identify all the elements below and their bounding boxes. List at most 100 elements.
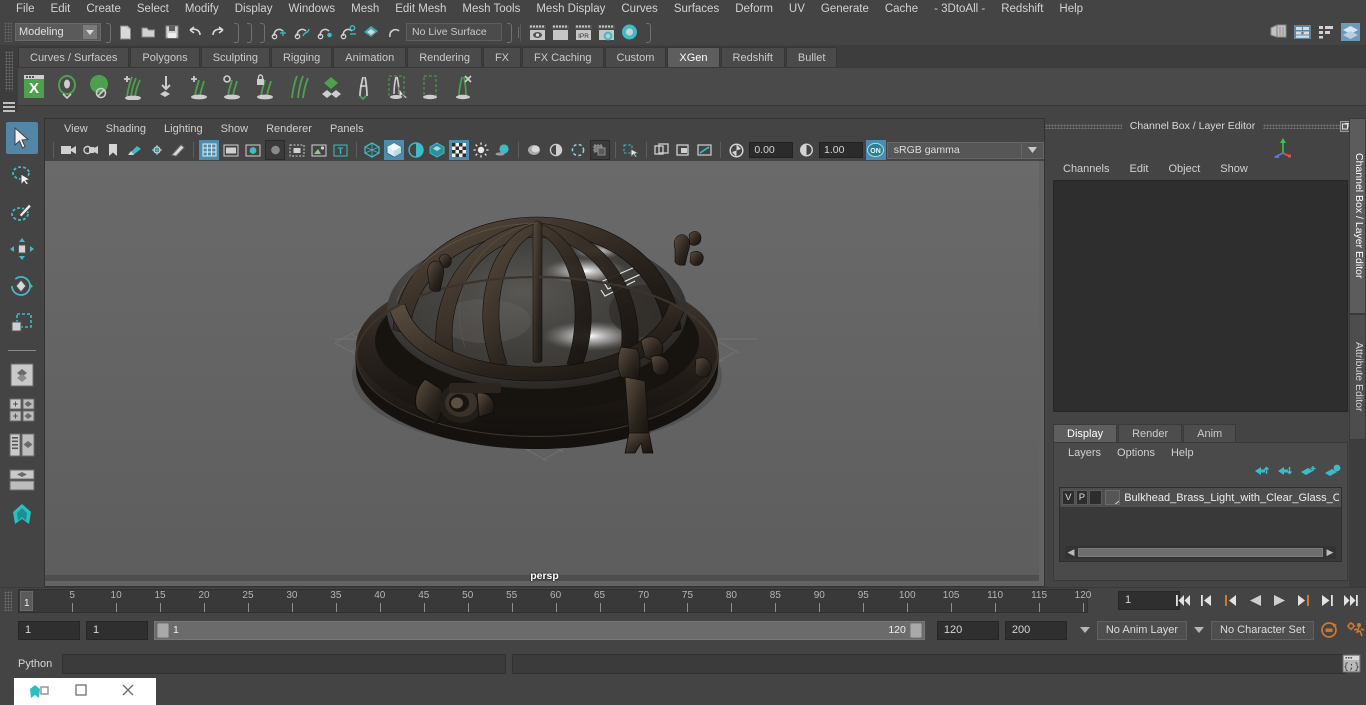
ao-icon[interactable] <box>493 140 513 160</box>
menu-item-deform[interactable]: Deform <box>727 0 781 19</box>
go-to-start-icon[interactable] <box>1172 590 1194 611</box>
layer-tab-anim[interactable]: Anim <box>1183 424 1237 443</box>
gate-mask-icon[interactable] <box>265 140 286 160</box>
xgen-lock-icon[interactable] <box>249 70 280 103</box>
move-tool[interactable] <box>6 233 38 265</box>
channel-box-list[interactable] <box>1053 180 1348 412</box>
menu-item-edit-mesh[interactable]: Edit Mesh <box>387 0 454 19</box>
new-scene-icon[interactable] <box>115 22 136 43</box>
viewport-menu-view[interactable]: View <box>55 119 97 139</box>
chevron-down-icon[interactable] <box>1022 141 1045 159</box>
layer-playback-toggle[interactable]: P <box>1075 490 1089 505</box>
xgen-clump-icon[interactable] <box>216 70 247 103</box>
shelf-tab-animation[interactable]: Animation <box>333 47 407 67</box>
scroll-right-icon[interactable]: ▶ <box>1324 547 1336 558</box>
menu-item-mesh-tools[interactable]: Mesh Tools <box>454 0 528 19</box>
new-layer-from-selected-icon[interactable] <box>1325 464 1341 480</box>
shaded-wireframe-icon[interactable] <box>406 140 426 160</box>
hypershade-persp-layout[interactable] <box>6 464 38 496</box>
channelbox-menu-channels[interactable]: Channels <box>1053 158 1119 180</box>
select-camera-icon[interactable] <box>59 140 79 160</box>
xgen-add-guide-icon[interactable] <box>117 70 148 103</box>
shelf-tab-rigging[interactable]: Rigging <box>270 47 333 67</box>
shelf-tab-bullet[interactable]: Bullet <box>785 47 838 67</box>
lasso-select-tool[interactable] <box>6 159 38 191</box>
gamma-icon[interactable] <box>796 140 816 160</box>
xgen-place-icon[interactable] <box>150 70 181 103</box>
viewport-3d[interactable]: persp <box>45 161 1044 586</box>
play-forwards-icon[interactable] <box>1268 590 1290 611</box>
menu-item-modify[interactable]: Modify <box>177 0 227 19</box>
isolate-select-icon[interactable] <box>568 140 588 160</box>
character-set-chevron-down-icon[interactable] <box>1191 621 1207 640</box>
outliner-persp-layout[interactable] <box>6 429 38 461</box>
scale-tool[interactable] <box>6 307 38 339</box>
motion-blur-icon[interactable] <box>524 140 544 160</box>
image-plane-icon[interactable] <box>125 140 145 160</box>
use-all-lights-icon[interactable] <box>449 140 470 160</box>
snap-to-point-icon[interactable] <box>315 22 336 43</box>
film-gate-icon[interactable] <box>221 140 241 160</box>
menu-item-generate[interactable]: Generate <box>813 0 877 19</box>
xgen-sphere-icon[interactable] <box>84 70 115 103</box>
two-d-pan-zoom-icon[interactable] <box>147 140 167 160</box>
channel-box-icon[interactable] <box>1339 21 1361 43</box>
menu-item-edit[interactable]: Edit <box>43 0 79 19</box>
viewport-menu-show[interactable]: Show <box>212 119 258 139</box>
grid-toggle-icon[interactable] <box>199 140 220 160</box>
layer-visibility-toggle[interactable]: V <box>1062 490 1075 505</box>
wireframe-icon[interactable] <box>362 140 382 160</box>
exposure-icon[interactable] <box>309 140 329 160</box>
shelf-tab-custom[interactable]: Custom <box>604 47 667 67</box>
menu-item-cache[interactable]: Cache <box>877 0 926 19</box>
make-live-icon[interactable] <box>384 22 405 43</box>
time-slider[interactable]: 1 5 10 15 20 25 30 35 40 45 50 55 60 65 70 75 80 85 90 95 1… <box>18 589 1091 613</box>
script-editor-icon[interactable]: {;} <box>1342 654 1362 674</box>
xgen-clear-icon[interactable] <box>447 70 478 103</box>
shelf-tab-sculpting[interactable]: Sculpting <box>200 47 270 67</box>
animation-preferences-icon[interactable] <box>1344 620 1366 641</box>
layer-tab-display[interactable]: Display <box>1053 424 1118 443</box>
layer-state-toggle[interactable] <box>1089 490 1102 505</box>
scroll-thumb[interactable] <box>1078 548 1323 557</box>
rotate-tool[interactable] <box>6 270 38 302</box>
step-back-frame-icon[interactable] <box>1196 590 1218 611</box>
range-start-handle[interactable] <box>157 622 169 638</box>
snap-to-view-plane-icon[interactable] <box>361 22 382 43</box>
menu-set-selector[interactable]: Modeling <box>15 23 101 41</box>
menu-item-mesh[interactable]: Mesh <box>343 0 387 19</box>
move-layer-down-icon[interactable] <box>1278 464 1293 480</box>
layer-color-swatch[interactable] <box>1104 490 1121 505</box>
snap-to-grid-icon[interactable] <box>269 22 290 43</box>
textured-icon[interactable] <box>428 140 448 160</box>
xray-icon[interactable] <box>589 140 610 160</box>
status-line-grip[interactable] <box>4 22 12 42</box>
viewport-menu-lighting[interactable]: Lighting <box>155 119 212 139</box>
camera-attributes-icon[interactable] <box>81 140 101 160</box>
auto-keyframe-icon[interactable] <box>1318 620 1340 641</box>
step-forward-key-icon[interactable] <box>1292 590 1314 611</box>
command-input[interactable] <box>62 654 506 674</box>
layer-menu-layers[interactable]: Layers <box>1060 443 1109 463</box>
anim-end-field[interactable]: 200 <box>1004 620 1067 640</box>
shelf-tab-fx-caching[interactable]: FX Caching <box>522 47 604 67</box>
shelf-tab-polygons[interactable]: Polygons <box>130 47 200 67</box>
menu-item-display[interactable]: Display <box>227 0 281 19</box>
layer-list[interactable]: V P Bulkhead_Brass_Light_with_Clear_Glas… <box>1059 487 1342 562</box>
anim-start-field[interactable]: 1 <box>18 620 80 640</box>
range-end-handle[interactable] <box>909 622 922 638</box>
layer-list-hscrollbar[interactable]: ◀ ▶ <box>1065 546 1336 559</box>
select-tool[interactable] <box>6 122 38 154</box>
xgen-groom-select-icon[interactable] <box>381 70 412 103</box>
menu-item-help[interactable]: Help <box>1051 0 1091 19</box>
panel-grip-right[interactable] <box>1263 123 1340 129</box>
uv-editor-toggle-icon[interactable] <box>696 140 716 160</box>
time-slider-grip[interactable] <box>4 591 12 611</box>
multisample-icon[interactable] <box>546 140 566 160</box>
layer-tab-render[interactable]: Render <box>1118 424 1183 443</box>
undo-icon[interactable] <box>184 22 205 43</box>
xray-active-components-icon[interactable] <box>621 140 641 160</box>
step-back-key-icon[interactable] <box>1220 590 1242 611</box>
gamma-field[interactable]: 1.00 <box>819 142 863 158</box>
xray-joints-icon[interactable]: T <box>331 140 351 160</box>
